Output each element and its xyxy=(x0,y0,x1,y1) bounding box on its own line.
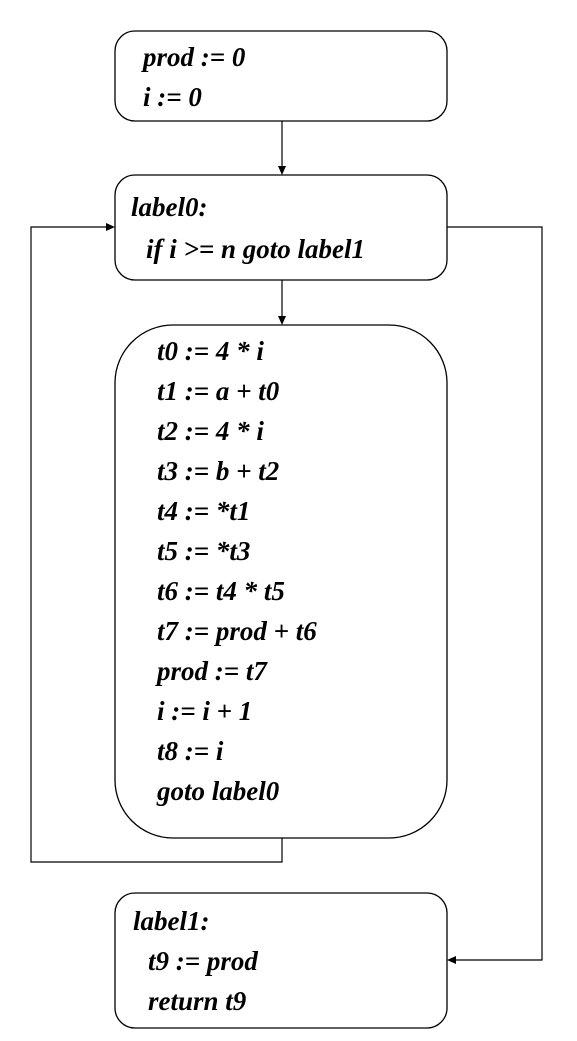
block-loop-header-line: label0: xyxy=(131,192,207,222)
block-loop-header: label0: if i >= n goto label1 xyxy=(114,174,448,281)
block-entry: prod := 0 i := 0 xyxy=(114,30,448,122)
block-entry-line: prod := 0 xyxy=(141,42,246,72)
block-exit-line: t9 := prod xyxy=(148,946,258,976)
block-exit-line: return t9 xyxy=(148,986,247,1016)
arrow-head-icon xyxy=(447,956,456,964)
block-loop-body-line: t0 := 4 * i xyxy=(157,336,264,366)
block-loop-body-line: t1 := a + t0 xyxy=(157,376,280,406)
block-loop-body-line: prod := t7 xyxy=(155,656,268,686)
block-loop-body-line: t4 := *t1 xyxy=(157,496,250,526)
block-loop-body-line: t5 := *t3 xyxy=(157,536,250,566)
arrow-head-icon xyxy=(278,166,286,175)
block-loop-body-line: t6 := t4 * t5 xyxy=(157,576,285,606)
edge-header-to-body xyxy=(278,280,286,325)
block-loop-body-line: t2 := 4 * i xyxy=(157,416,264,446)
control-flow-graph: prod := 0 i := 0 label0: if i >= n goto … xyxy=(30,30,543,1029)
edge-entry-to-header xyxy=(278,121,286,175)
arrow-head-icon xyxy=(278,316,286,325)
block-entry-line: i := 0 xyxy=(143,82,202,112)
block-exit-line: label1: xyxy=(133,906,209,936)
block-loop-body-line: t8 := i xyxy=(157,736,224,766)
block-loop-body-line: goto label0 xyxy=(156,776,280,806)
block-loop-body: t0 := 4 * i t1 := a + t0 t2 := 4 * i t3 … xyxy=(114,324,448,839)
edge-header-to-exit xyxy=(447,226,543,964)
block-loop-body-line: t3 := b + t2 xyxy=(157,456,279,486)
block-loop-body-line: t7 := prod + t6 xyxy=(157,616,317,646)
block-loop-header-line: if i >= n goto label1 xyxy=(146,234,365,264)
block-loop-body-line: i := i + 1 xyxy=(157,696,252,726)
block-loop-header-box xyxy=(114,174,448,281)
arrow-head-icon xyxy=(106,223,115,231)
edge-line xyxy=(447,226,543,961)
block-exit: label1: t9 := prod return t9 xyxy=(114,892,448,1029)
